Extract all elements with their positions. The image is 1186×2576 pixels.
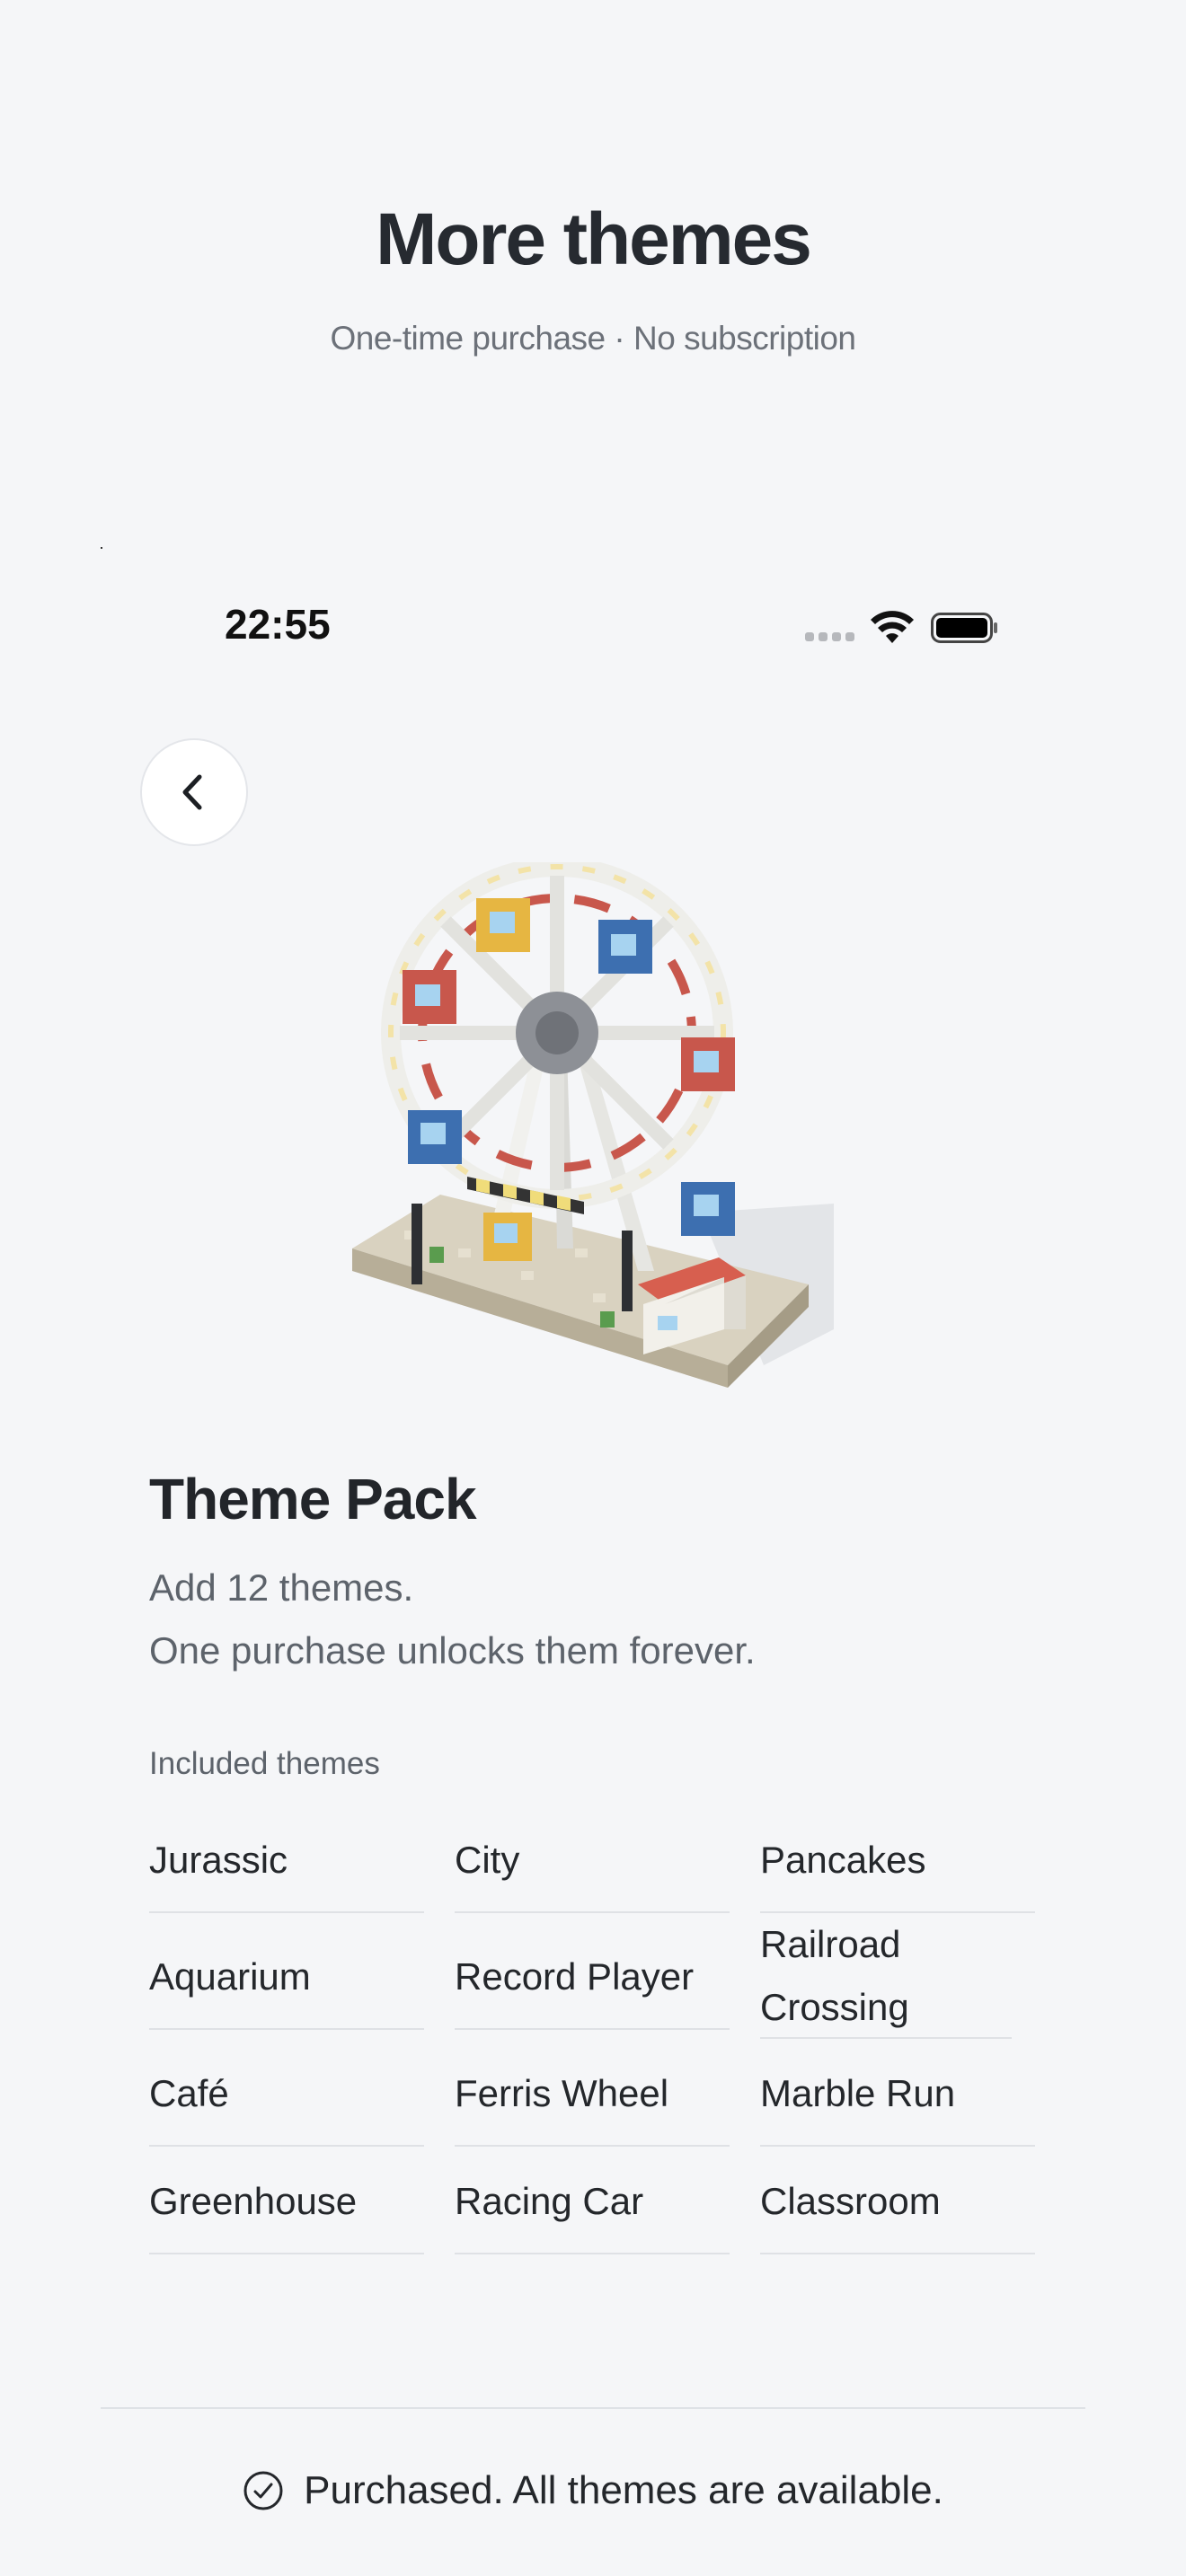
theme-item: Ferris Wheel <box>455 2062 730 2147</box>
purchase-status: Purchased. All themes are available. <box>0 2468 1186 2513</box>
wifi-icon <box>871 611 914 643</box>
page-subtitle: One-time purchase · No subscription <box>330 320 856 357</box>
signal-icon <box>805 632 855 641</box>
theme-item: Café <box>149 2062 424 2147</box>
pack-description-line2: One purchase unlocks them forever. <box>149 1629 756 1672</box>
pack-description-line1: Add 12 themes. <box>149 1566 414 1609</box>
theme-item: City <box>455 1829 730 1913</box>
theme-item: Railroad Crossing <box>760 1913 1012 2039</box>
included-themes-label: Included themes <box>149 1746 380 1781</box>
theme-item: Racing Car <box>455 2170 730 2254</box>
theme-item: Aquarium <box>149 1945 424 2030</box>
battery-icon <box>931 613 997 643</box>
speck <box>101 547 102 549</box>
footer-divider <box>101 2407 1085 2409</box>
theme-item: Marble Run <box>760 2062 1035 2147</box>
theme-item: Jurassic <box>149 1829 424 1913</box>
theme-item: Record Player <box>455 1945 730 2030</box>
status-time: 22:55 <box>225 601 331 648</box>
pack-title: Theme Pack <box>149 1467 477 1531</box>
chevron-left-icon <box>182 774 202 810</box>
theme-item: Classroom <box>760 2170 1035 2254</box>
ferris-wheel-illustration <box>352 862 834 1388</box>
page-title: More themes <box>376 198 812 280</box>
check-circle-icon <box>243 2471 283 2510</box>
theme-item: Greenhouse <box>149 2170 424 2254</box>
theme-item: Pancakes <box>760 1829 1035 1913</box>
back-button[interactable] <box>140 738 248 846</box>
purchase-status-text: Purchased. All themes are available. <box>304 2468 943 2512</box>
